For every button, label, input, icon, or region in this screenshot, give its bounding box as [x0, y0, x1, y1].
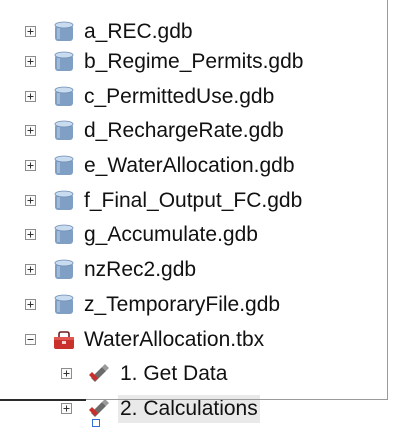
tree-item-z-temporaryfile[interactable]: z_TemporaryFile.gdb	[0, 287, 387, 323]
geodatabase-icon	[54, 155, 74, 175]
expand-plus-icon[interactable]	[25, 56, 36, 67]
collapse-minus-icon[interactable]	[25, 334, 36, 345]
geodatabase-icon	[54, 21, 74, 41]
toolset-icon	[89, 399, 109, 417]
tree-item-c-permitteduse[interactable]: c_PermittedUse.gdb	[0, 79, 387, 115]
toolset-icon	[89, 364, 109, 382]
drag-handle-icon[interactable]	[92, 419, 100, 427]
tree-item-label: z_TemporaryFile.gdb	[84, 293, 281, 316]
geodatabase-icon	[54, 86, 74, 106]
expand-plus-icon[interactable]	[25, 195, 36, 206]
tree-item-label: nzRec2.gdb	[84, 258, 197, 281]
tree-item-get-data-toolset[interactable]: 1. Get Data	[0, 356, 387, 392]
tree-item-label: WaterAllocation.tbx	[84, 328, 265, 351]
tree-item-g-accumulate[interactable]: g_Accumulate.gdb	[0, 217, 387, 253]
expand-plus-icon[interactable]	[25, 229, 36, 240]
tree-item-label: a_REC.gdb	[84, 20, 193, 43]
tree-item-label: g_Accumulate.gdb	[84, 223, 258, 246]
expand-plus-icon[interactable]	[25, 91, 36, 102]
tree-item-label: c_PermittedUse.gdb	[84, 85, 275, 108]
tree-item-nzrec2[interactable]: nzRec2.gdb	[0, 252, 387, 288]
expand-plus-icon[interactable]	[25, 264, 36, 275]
toolbox-icon	[54, 331, 74, 349]
expand-plus-icon[interactable]	[25, 299, 36, 310]
expand-plus-icon[interactable]	[25, 26, 36, 37]
geodatabase-icon	[54, 190, 74, 210]
tree-item-e-waterallocation[interactable]: e_WaterAllocation.gdb	[0, 148, 387, 184]
expand-plus-icon[interactable]	[61, 403, 72, 414]
expand-plus-icon[interactable]	[25, 160, 36, 171]
tree-item-label: 1. Get Data	[120, 362, 228, 385]
panel-edge-line	[0, 399, 86, 401]
expand-plus-icon[interactable]	[25, 125, 36, 136]
expand-plus-icon[interactable]	[61, 368, 72, 379]
tree-item-label: f_Final_Output_FC.gdb	[84, 189, 303, 212]
tree-top-edge	[0, 0, 387, 10]
geodatabase-icon	[54, 259, 74, 279]
geodatabase-icon	[54, 224, 74, 244]
tree-item-f-final-output-fc[interactable]: f_Final_Output_FC.gdb	[0, 183, 387, 219]
tree-item-d-rechargerate[interactable]: d_RechargeRate.gdb	[0, 113, 387, 149]
geodatabase-icon	[54, 294, 74, 314]
geodatabase-icon	[54, 120, 74, 140]
tree-item-label: d_RechargeRate.gdb	[84, 119, 284, 142]
tree-item-label: 2. Calculations	[118, 395, 260, 423]
tree-item-label: e_WaterAllocation.gdb	[84, 154, 295, 177]
tree-item-calculations-toolset[interactable]: 2. Calculations	[0, 391, 387, 427]
tree-item-b-regime-permits[interactable]: b_Regime_Permits.gdb	[0, 44, 387, 80]
tree-item-wateralloc-toolbox[interactable]: WaterAllocation.tbx	[0, 322, 387, 358]
tree-item-label: b_Regime_Permits.gdb	[84, 50, 304, 73]
geodatabase-icon	[54, 51, 74, 71]
catalog-tree: a_REC.gdb b_Regime_Permits.gdb c_Permitt…	[0, 0, 405, 428]
